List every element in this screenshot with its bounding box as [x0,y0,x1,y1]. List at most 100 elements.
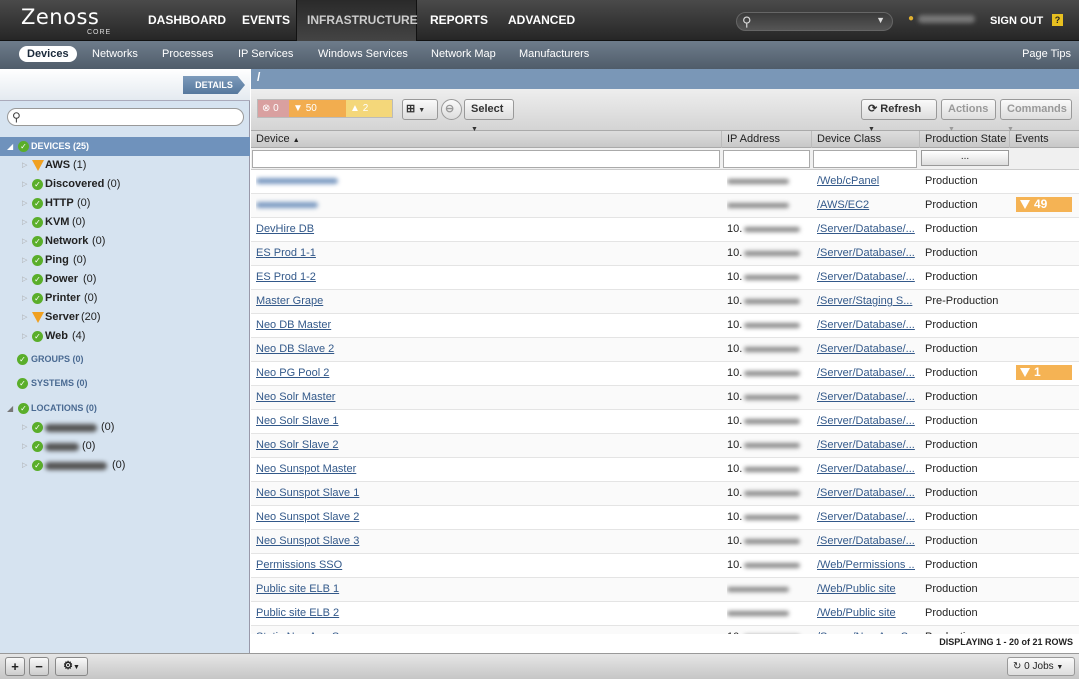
nav-reports[interactable]: REPORTS [420,0,495,41]
add-button[interactable]: + [5,657,25,676]
device-class-link[interactable]: /Web/Public site [817,578,915,602]
expand-icon[interactable]: ◢ [7,399,13,418]
expand-icon[interactable]: ▷ [22,270,27,289]
table-row[interactable]: /Web/cPanel Production [251,170,1079,194]
device-name-link[interactable]: ES Prod 1-2 [256,266,716,290]
table-row[interactable]: ES Prod 1-2 10. /Server/Database/... Produc… [251,266,1079,290]
tree-node-ping[interactable]: ▷ ✓ Ping (0) [0,251,250,270]
expand-icon[interactable]: ▷ [22,232,27,251]
device-class-link[interactable]: /Server/Database/... [817,530,915,554]
device-class-link[interactable]: /Web/cPanel [817,170,915,194]
device-name-link[interactable]: Neo Solr Master [256,386,716,410]
tab-devices[interactable]: Devices [19,46,77,62]
expand-icon[interactable]: ▷ [22,251,27,270]
device-name-link[interactable]: Neo DB Master [256,314,716,338]
device-name-link[interactable]: Neo Sunspot Slave 3 [256,530,716,554]
tab-manufacturers[interactable]: Manufacturers [519,48,589,60]
device-name-link[interactable] [256,194,716,218]
remove-button[interactable]: − [29,657,49,676]
device-name-link[interactable]: Neo Solr Slave 1 [256,410,716,434]
expand-icon[interactable]: ▷ [22,175,27,194]
expand-icon[interactable]: ▷ [22,194,27,213]
table-row[interactable]: Neo Solr Slave 2 10. /Server/Database/... P… [251,434,1079,458]
table-row[interactable]: Master Grape 10. /Server/Staging S... Pre-P… [251,290,1079,314]
tree-node-network[interactable]: ▷ ✓ Network (0) [0,232,250,251]
table-row[interactable]: Public site ELB 1/Web/Public site Product… [251,578,1079,602]
column-header-device-class[interactable]: Device Class [812,131,920,148]
table-row[interactable]: Neo DB Slave 2 10. /Server/Database/... Pro… [251,338,1079,362]
device-name-link[interactable]: Neo Solr Slave 2 [256,434,716,458]
global-search-input[interactable]: ⚲ ▼ [736,12,893,31]
table-row[interactable]: ES Prod 1-1 10. /Server/Database/... Produc… [251,242,1079,266]
help-icon[interactable]: ? [1052,14,1063,26]
event-count-badge[interactable]: 49 [1016,197,1072,212]
refresh-button[interactable]: ⟳ Refresh ▼ [861,99,937,133]
device-class-filter-input[interactable] [813,150,917,168]
device-class-link[interactable]: /Server/Database/... [817,482,915,506]
tree-node-locations[interactable]: ◢ ✓ LOCATIONS (0) [0,399,250,418]
remove-device-button[interactable]: ⊖ [441,99,462,120]
jobs-menu-button[interactable]: ↻ 0 Jobs ▼ [1007,657,1075,676]
tree-node-devices[interactable]: ◢ ✓ DEVICES (25) [0,137,250,156]
tab-networks[interactable]: Networks [92,48,138,60]
nav-dashboard[interactable]: DASHBOARD [138,0,232,41]
device-class-link[interactable]: /Server/Database/... [817,266,915,290]
tree-node-location[interactable]: ▷ ✓ (0) [0,437,250,456]
page-tips-link[interactable]: Page Tips [1022,48,1071,60]
commands-menu-button[interactable]: Commands ▼ [1000,99,1072,133]
details-button[interactable]: DETAILS [183,76,245,94]
add-device-menu-button[interactable]: ⊞ ▼ [402,99,438,120]
column-header-production-state[interactable]: Production State [920,131,1010,148]
table-row[interactable]: Neo Sunspot Slave 1 10. /Server/Database/.… [251,482,1079,506]
device-name-link[interactable]: Neo DB Slave 2 [256,338,716,362]
device-name-link[interactable]: Neo Sunspot Slave 1 [256,482,716,506]
table-row[interactable]: Neo PG Pool 2 10. /Server/Database/... Prod… [251,362,1079,386]
warning-events-count[interactable]: ▲ 2 [346,100,392,117]
critical-events-count[interactable]: ⊗ 0 [258,100,289,117]
actions-menu-button[interactable]: Actions ▼ [941,99,996,133]
tab-windows-services[interactable]: Windows Services [318,48,408,60]
tree-node-web[interactable]: ▷ ✓ Web (4) [0,327,250,346]
zenoss-logo[interactable]: Zenoss CORE [21,5,110,36]
table-row[interactable]: Permissions SSO 10. /Web/Permissions ... Pr… [251,554,1079,578]
device-name-link[interactable]: Public site ELB 1 [256,578,716,602]
device-class-link[interactable]: /Server/Database/... [817,506,915,530]
device-class-link[interactable]: /Server/Database/... [817,434,915,458]
tree-node-location[interactable]: ▷ ✓ (0) [0,418,250,437]
device-class-link[interactable]: /Web/Permissions ... [817,554,915,578]
table-row[interactable]: Public site ELB 2/Web/Public site Product… [251,602,1079,626]
tab-ip-services[interactable]: IP Services [238,48,293,60]
expand-icon[interactable]: ▷ [22,308,27,327]
sign-out-link[interactable]: SIGN OUT [990,15,1043,27]
device-name-link[interactable]: Public site ELB 2 [256,602,716,626]
table-row[interactable]: Neo Solr Master 10. /Server/Database/... Pr… [251,386,1079,410]
tab-processes[interactable]: Processes [162,48,213,60]
select-menu-button[interactable]: Select ▼ [464,99,514,133]
tree-node-groups[interactable]: ✓ GROUPS (0) [0,350,250,369]
device-class-link[interactable]: /Server/Database/... [817,362,915,386]
device-class-link[interactable]: /Server/Staging S... [817,290,915,314]
device-class-link[interactable]: /Server/Database/... [817,338,915,362]
table-row[interactable]: Neo Sunspot Master 10. /Server/Database/..… [251,458,1079,482]
table-row[interactable]: Static Neo App Server 10. /Server/Neo App … [251,626,1079,634]
device-name-link[interactable]: Neo Sunspot Master [256,458,716,482]
expand-icon[interactable]: ▷ [22,437,27,456]
device-class-link[interactable]: /Server/Database/... [817,458,915,482]
device-class-link[interactable]: /AWS/EC2 [817,194,915,218]
tree-node-kvm[interactable]: ▷ ✓ KVM (0) [0,213,250,232]
nav-infrastructure[interactable]: INFRASTRUCTURE [296,0,418,41]
table-row[interactable]: Neo DB Master 10. /Server/Database/... Prod… [251,314,1079,338]
tree-node-server[interactable]: ▷ Server (20) [0,308,250,327]
expand-icon[interactable]: ▷ [22,213,27,232]
tree-node-location[interactable]: ▷ ✓ (0) [0,456,250,475]
table-row[interactable]: DevHire DB 10. /Server/Database/... Product… [251,218,1079,242]
nav-events[interactable]: EVENTS [232,0,294,41]
device-name-link[interactable]: ES Prod 1-1 [256,242,716,266]
event-count-badge[interactable]: 1 [1016,365,1072,380]
event-severity-summary[interactable]: ⊗ 0 ▼ 50 ▲ 2 [257,99,393,118]
device-name-link[interactable]: DevHire DB [256,218,716,242]
device-class-link[interactable]: /Server/Database/... [817,242,915,266]
table-row[interactable]: /AWS/EC2 Production 49 [251,194,1079,218]
expand-icon[interactable]: ▷ [22,289,27,308]
expand-icon[interactable]: ▷ [22,156,27,175]
